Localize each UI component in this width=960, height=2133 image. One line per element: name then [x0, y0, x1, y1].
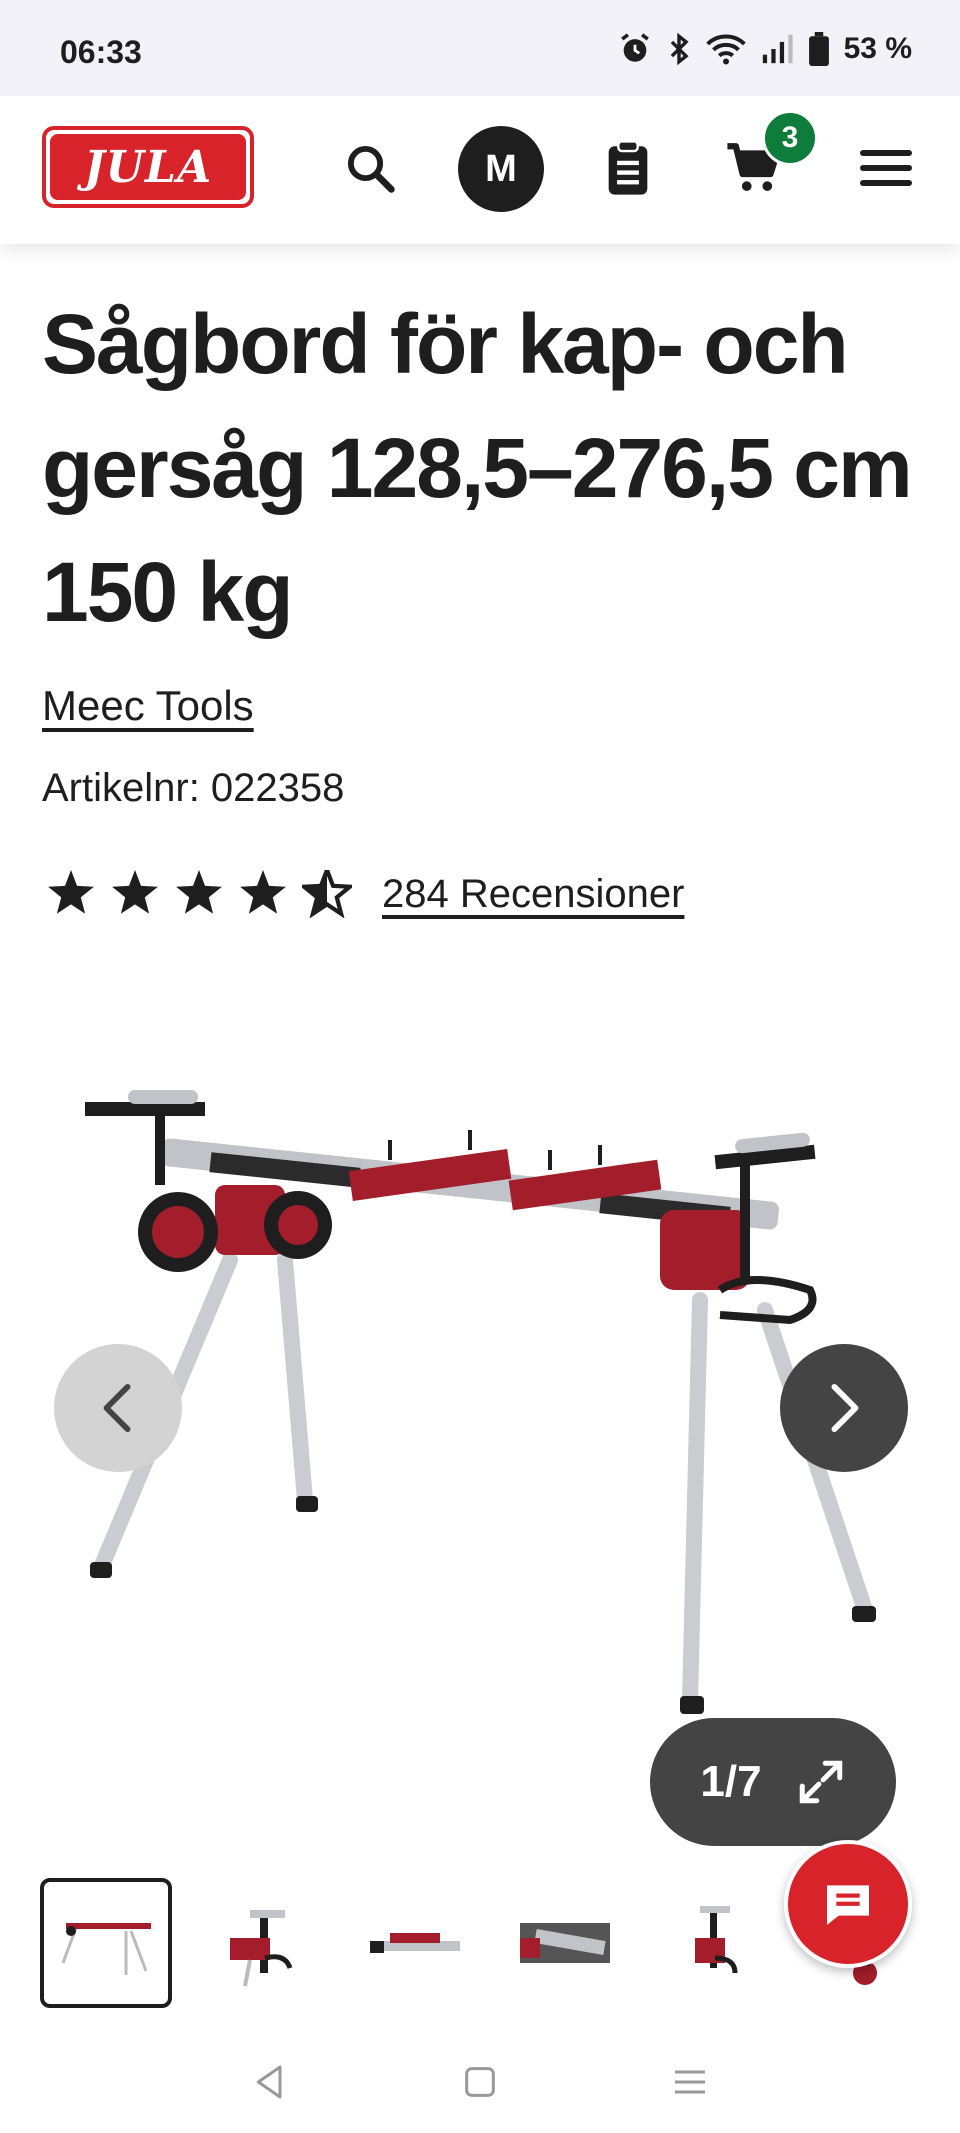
battery-icon: [808, 32, 830, 66]
home-icon[interactable]: [460, 2062, 500, 2102]
star-icon: [48, 870, 94, 914]
image-counter-text: 1/7: [700, 1757, 762, 1806]
recents-icon[interactable]: [670, 2062, 710, 2102]
site-header: JULA M 3: [0, 96, 960, 244]
rating-row: 284 Recensioner: [46, 870, 684, 918]
signal-icon: [760, 32, 794, 66]
chevron-left-icon: [103, 1383, 131, 1433]
bluetooth-icon: [666, 32, 692, 66]
status-time: 06:33: [60, 34, 142, 70]
thumbnail-3[interactable]: [340, 1878, 490, 2008]
cart-count-badge: 3: [762, 110, 818, 166]
chat-icon: [827, 1885, 869, 1925]
chat-button[interactable]: [784, 1840, 912, 1968]
thumbnail-1[interactable]: [40, 1878, 172, 2008]
star-icon: [176, 870, 222, 914]
thumbnail-5[interactable]: [640, 1878, 790, 2008]
article-number: Artikelnr: 022358: [42, 766, 345, 810]
logo-text: JULA: [50, 134, 246, 200]
image-counter[interactable]: 1/7: [650, 1718, 896, 1846]
battery-percent: 53 %: [843, 32, 912, 65]
brand-link[interactable]: Meec Tools: [42, 682, 254, 730]
product-title: Sågbord för kap- och gersåg 128,5–276,5 …: [42, 297, 913, 639]
status-bar: 06:33 53 %: [0, 0, 960, 96]
star-rating: [46, 870, 352, 918]
previous-image-button[interactable]: [54, 1344, 182, 1472]
next-image-button[interactable]: [780, 1344, 908, 1472]
shopping-list-icon[interactable]: [596, 136, 660, 200]
half-star-icon: [302, 870, 352, 918]
star-icon: [240, 870, 286, 914]
jula-logo[interactable]: JULA: [42, 126, 254, 208]
reviews-link[interactable]: 284 Recensioner: [382, 872, 684, 917]
status-icons: 53 %: [618, 32, 912, 66]
search-icon[interactable]: [338, 136, 402, 200]
chevron-right-icon: [831, 1383, 859, 1433]
star-icon: [112, 870, 158, 914]
wifi-icon: [705, 32, 746, 66]
account-avatar[interactable]: M: [458, 126, 544, 212]
fullscreen-icon: [799, 1760, 842, 1804]
thumbnail-4[interactable]: [490, 1878, 640, 2008]
alarm-icon: [618, 32, 652, 66]
menu-icon[interactable]: [854, 136, 918, 200]
thumbnail-2[interactable]: [190, 1878, 340, 2008]
system-nav-bar: [0, 2030, 960, 2133]
back-icon[interactable]: [250, 2062, 290, 2102]
